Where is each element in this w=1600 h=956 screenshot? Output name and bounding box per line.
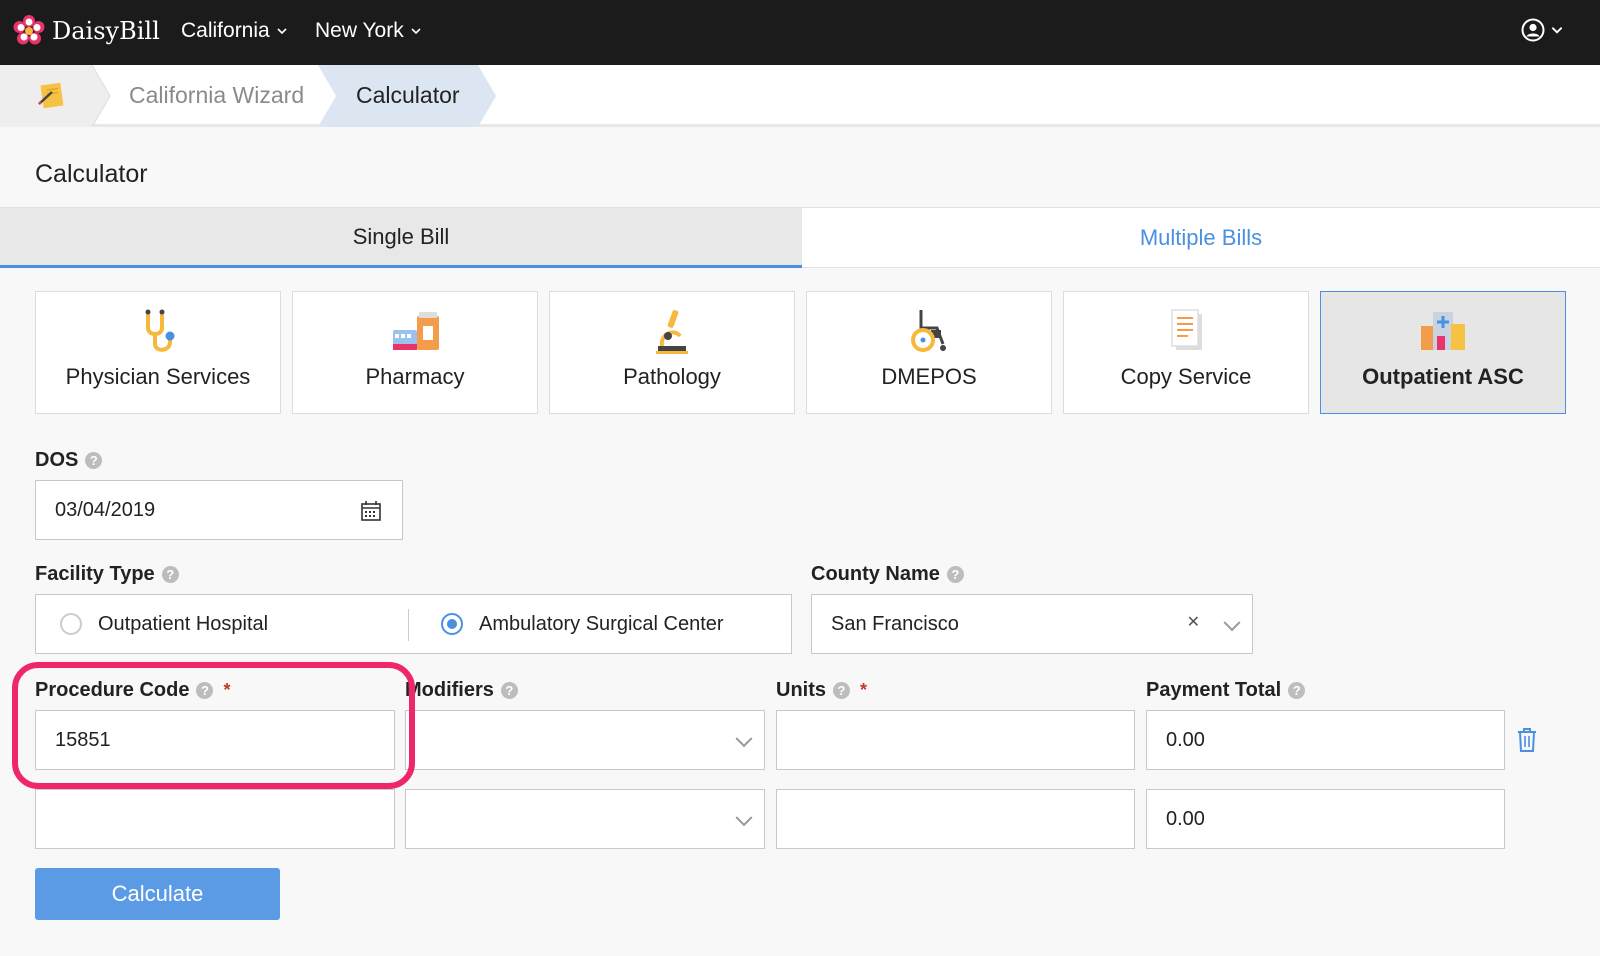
microscope-icon	[656, 310, 688, 354]
payment-total-value: 0.00	[1166, 807, 1205, 830]
radio-label: Ambulatory Surgical Center	[479, 612, 724, 635]
help-icon[interactable]: ?	[500, 682, 518, 699]
tab-multiple-bills-label: Multiple Bills	[1139, 224, 1263, 250]
calculate-button[interactable]: Calculate	[35, 868, 280, 920]
units-label: Units ? *	[776, 679, 867, 702]
service-card-label: Copy Service	[1120, 364, 1252, 389]
stethoscope-icon	[145, 309, 175, 352]
page-header: Calculator	[0, 140, 1600, 208]
chevron-down-icon[interactable]	[1223, 614, 1241, 632]
hospital-icon	[1421, 312, 1465, 350]
payment-total-input[interactable]: 0.00	[1146, 789, 1505, 849]
calendar-icon[interactable]	[360, 500, 382, 522]
dos-label-text: DOS	[35, 449, 79, 471]
units-input[interactable]	[776, 710, 1135, 770]
wheelchair-icon	[911, 310, 946, 352]
divider	[408, 609, 409, 641]
app-logo[interactable]: DaisyBill	[12, 14, 160, 48]
county-value: San Francisco	[831, 612, 959, 635]
procedure-code-value: 15851	[55, 728, 111, 751]
county-name-label-text: County Name	[811, 563, 940, 585]
help-icon[interactable]: ?	[196, 682, 214, 699]
service-card-outpatient-asc[interactable]: Outpatient ASC	[1320, 291, 1566, 414]
nav-california[interactable]: California	[181, 19, 288, 43]
procedure-code-input[interactable]: 15851	[35, 710, 395, 770]
units-input[interactable]	[776, 789, 1135, 849]
chevron-down-icon	[277, 28, 287, 35]
facility-type-radio-group: Outpatient Hospital Ambulatory Surgical …	[35, 594, 792, 654]
dos-label: DOS ?	[35, 449, 103, 472]
help-icon[interactable]: ?	[161, 566, 179, 583]
chevron-down-icon	[1551, 27, 1563, 34]
nav-new-york-label: New York	[315, 19, 404, 42]
breadcrumb-home[interactable]	[0, 65, 92, 127]
breadcrumb-california-wizard[interactable]: California Wizard	[129, 82, 304, 109]
user-menu[interactable]	[1521, 18, 1564, 42]
service-card-label: Physician Services	[65, 364, 251, 389]
tab-multiple-bills[interactable]: Multiple Bills	[802, 208, 1600, 268]
radio-checked-icon	[441, 613, 463, 635]
modifiers-select[interactable]	[405, 789, 765, 849]
page-title: Calculator	[35, 160, 148, 188]
service-card-label: DMEPOS	[881, 364, 977, 389]
trash-icon[interactable]	[1515, 727, 1539, 753]
procedure-code-label-text: Procedure Code	[35, 679, 190, 701]
app-name: DaisyBill	[52, 17, 160, 45]
breadcrumb-separator-icon	[92, 65, 111, 127]
nav-california-label: California	[181, 19, 270, 42]
dos-value: 03/04/2019	[55, 498, 156, 521]
tab-single-bill[interactable]: Single Bill	[0, 208, 802, 268]
payment-total-label-text: Payment Total	[1146, 679, 1282, 701]
top-navbar: DaisyBill California New York	[0, 0, 1600, 65]
modifiers-select[interactable]	[405, 710, 765, 770]
pharmacy-icon	[393, 312, 439, 350]
payment-total-value: 0.00	[1166, 728, 1205, 751]
chevron-down-icon	[411, 28, 421, 35]
radio-outpatient-hospital[interactable]: Outpatient Hospital	[60, 595, 268, 653]
payment-total-input[interactable]: 0.00	[1146, 710, 1505, 770]
procedure-code-label: Procedure Code ? *	[35, 679, 231, 702]
nav-new-york[interactable]: New York	[315, 19, 422, 43]
county-name-label: County Name ?	[811, 563, 964, 586]
payment-total-label: Payment Total ?	[1146, 679, 1306, 702]
service-card-label: Pharmacy	[365, 364, 465, 389]
procedure-code-input[interactable]	[35, 789, 395, 849]
modifiers-label-text: Modifiers	[405, 679, 494, 701]
service-card-pharmacy[interactable]: Pharmacy	[292, 291, 538, 414]
service-card-dmepos[interactable]: DMEPOS	[806, 291, 1052, 414]
radio-label: Outpatient Hospital	[98, 612, 269, 635]
service-card-label: Outpatient ASC	[1362, 364, 1524, 389]
clear-icon[interactable]: ✕	[1187, 612, 1200, 632]
breadcrumb-calculator[interactable]: Calculator	[356, 82, 460, 109]
dos-date-field[interactable]: 03/04/2019	[35, 480, 403, 540]
county-select[interactable]: San Francisco ✕	[811, 594, 1253, 654]
required-marker: *	[223, 680, 231, 700]
document-icon	[1171, 309, 1202, 350]
service-card-pathology[interactable]: Pathology	[549, 291, 795, 414]
radio-ambulatory-surgical-center[interactable]: Ambulatory Surgical Center	[441, 595, 724, 653]
chevron-down-icon	[735, 809, 753, 827]
notepad-pencil-icon	[38, 82, 64, 109]
chevron-down-icon	[735, 730, 753, 748]
units-label-text: Units	[776, 679, 826, 701]
user-avatar-icon	[1521, 18, 1545, 42]
required-marker: *	[860, 680, 868, 700]
facility-type-label: Facility Type ?	[35, 563, 179, 586]
radio-unchecked-icon	[60, 613, 82, 635]
help-icon[interactable]: ?	[946, 566, 964, 583]
facility-type-label-text: Facility Type	[35, 563, 155, 585]
help-icon[interactable]: ?	[85, 452, 103, 469]
help-icon[interactable]: ?	[1288, 682, 1306, 699]
breadcrumb: California Wizard Calculator	[0, 65, 1600, 127]
service-card-physician-services[interactable]: Physician Services	[35, 291, 281, 414]
modifiers-label: Modifiers ?	[405, 679, 518, 702]
service-card-label: Pathology	[623, 364, 721, 389]
tab-single-bill-label: Single Bill	[352, 223, 450, 249]
help-icon[interactable]: ?	[833, 682, 850, 699]
daisy-logo-icon	[13, 15, 45, 45]
service-card-copy-service[interactable]: Copy Service	[1063, 291, 1309, 414]
